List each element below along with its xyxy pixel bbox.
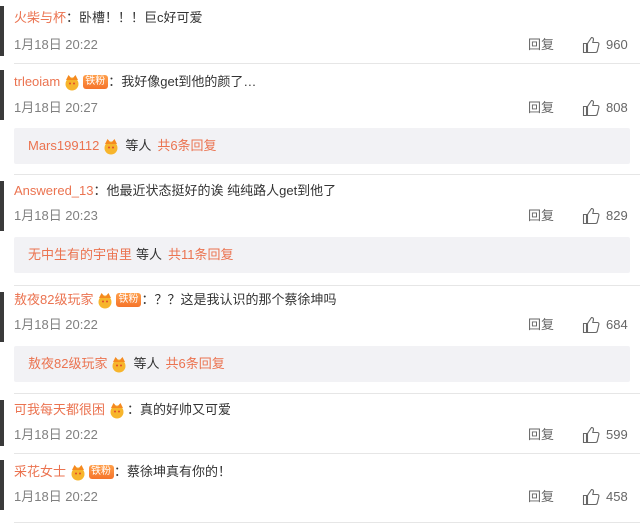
comment-username[interactable]: 可我每天都很困 [14,400,105,420]
comment-username[interactable]: Answered_13 [14,181,94,201]
comment-item: 火柴与杯 ：卧槽！！！巨c好可爱 1月18日 20:22 回复 960 [0,0,640,62]
like-button[interactable]: 684 [582,315,628,335]
comment-item: Answered_13 ：他最近状态挺好的诶 纯纯路人get到他了 1月18日 … [0,175,640,285]
like-button[interactable]: 458 [582,487,628,507]
comment-time: 1月18日 20:23 [14,208,98,223]
reply-button[interactable]: 回复 [528,487,554,507]
thumbs-up-icon [582,99,600,117]
avatar[interactable] [0,181,4,231]
reply-button[interactable]: 回复 [528,206,554,226]
crown-badge-icon [98,293,112,309]
avatar[interactable] [0,292,4,342]
reply-button[interactable]: 回复 [528,98,554,118]
avatar[interactable] [0,460,4,510]
like-button[interactable]: 960 [582,35,628,55]
thumbs-up-icon [582,316,600,334]
view-replies-link[interactable]: 共6条回复 [165,346,224,382]
fan-badge: 铁粉 [83,75,109,89]
comment-text: ：卧槽！！！巨c好可爱 [66,10,203,25]
crown-badge-icon [110,403,124,419]
comment-username[interactable]: 采花女士 [14,462,66,482]
thumbs-up-icon [582,207,600,225]
comment-time: 1月18日 20:22 [14,37,98,52]
reply-button[interactable]: 回复 [528,315,554,335]
reply-username[interactable]: Mars199112 [28,128,99,164]
reply-text: 等人 [136,247,163,262]
like-button[interactable]: 599 [582,425,628,445]
crown-badge-icon [104,139,118,155]
comment-item: 采花女士 铁粉 ：蔡徐坤真有你的！ 1月18日 20:22 回复 458 [0,454,640,522]
crown-badge-icon [71,465,85,481]
comment-item: trleoiam 铁粉 ：我好像get到他的颜了… 1月18日 20:27 回复… [0,64,640,174]
comment-text: ：他最近状态挺好的诶 纯纯路人get到他了 [93,183,337,198]
thumbs-up-icon [582,36,600,54]
comment-text: ：蔡徐坤真有你的！ [114,464,232,479]
comment-item: 敖夜82级玩家 铁粉 ：？？这是我认识的那个蔡徐坤吗 1月18日 20:22 回… [0,286,640,396]
like-count: 458 [606,489,628,504]
like-count: 808 [606,100,628,115]
crown-badge-icon [112,357,126,373]
reply-summary: 敖夜82级玩家 等人 共6条回复 [14,346,630,382]
like-count: 599 [606,427,628,442]
comment-username[interactable]: trleoiam [14,72,60,92]
thumbs-up-icon [582,488,600,506]
comment-time: 1月18日 20:27 [14,100,98,115]
reply-username[interactable]: 无中生有的宇宙里 [28,237,132,273]
view-replies-link[interactable]: 共11条回复 [168,237,234,273]
avatar[interactable] [0,70,4,120]
comment-username[interactable]: 火柴与杯 [14,8,66,28]
like-count: 960 [606,37,628,52]
avatar[interactable] [0,400,4,446]
comment-time: 1月18日 20:22 [14,317,98,332]
like-count: 684 [606,317,628,332]
view-replies-link[interactable]: 共6条回复 [157,128,216,164]
comment-username[interactable]: 敖夜82级玩家 [14,290,93,310]
reply-text: 等人 [133,356,160,371]
reply-username[interactable]: 敖夜82级玩家 [28,346,107,382]
reply-button[interactable]: 回复 [528,35,554,55]
comment-time: 1月18日 20:22 [14,427,98,442]
divider [14,522,640,523]
thumbs-up-icon [582,426,600,444]
reply-button[interactable]: 回复 [528,425,554,445]
comment-time: 1月18日 20:22 [14,489,98,504]
avatar[interactable] [0,6,4,56]
reply-summary: Mars199112 等人 共6条回复 [14,128,630,164]
fan-badge: 铁粉 [89,465,115,479]
like-button[interactable]: 808 [582,98,628,118]
fan-badge: 铁粉 [116,293,142,307]
comment-text: ：真的好帅又可爱 [127,402,232,417]
reply-text: 等人 [125,138,152,153]
crown-badge-icon [65,75,79,91]
comment-item: 可我每天都很困 ：真的好帅又可爱 1月18日 20:22 回复 599 [0,394,640,452]
like-count: 829 [606,208,628,223]
like-button[interactable]: 829 [582,206,628,226]
comment-text: ：我好像get到他的颜了… [108,74,257,89]
comment-text: ：？？这是我认识的那个蔡徐坤吗 [141,292,337,307]
reply-summary: 无中生有的宇宙里 等人 共11条回复 [14,237,630,273]
